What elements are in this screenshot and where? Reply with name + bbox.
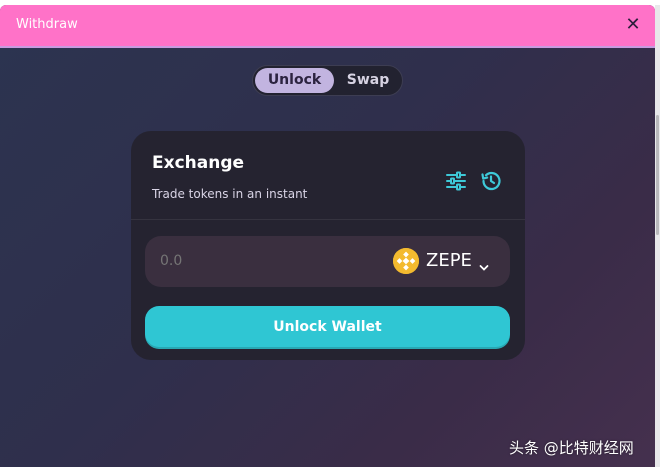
settings-sliders-icon[interactable] [444,169,468,193]
unlock-wallet-button[interactable]: Unlock Wallet [145,306,510,349]
card-header: Exchange Trade tokens in an instant [131,131,525,220]
amount-input[interactable] [160,253,360,269]
card-title: Exchange [152,153,245,173]
history-icon[interactable] [479,169,503,193]
window-title: Withdraw [16,17,78,32]
scrollbar[interactable] [655,5,660,467]
watermark-text: 头条 @比特财经网 [509,439,634,457]
bnb-logo-icon [393,248,419,274]
title-bar: Withdraw ✕ [0,5,655,48]
exchange-card: Exchange Trade tokens in an instant 0.0 … [131,131,525,360]
tab-unlock[interactable]: Unlock [255,68,334,93]
scrollbar-thumb[interactable] [656,115,659,235]
close-icon[interactable]: ✕ [623,15,643,35]
unlock-swap-toggle: Unlock Swap [252,65,403,96]
chevron-down-icon [479,257,489,271]
withdraw-window: Withdraw ✕ Unlock Swap Exchange Trade to… [0,5,655,467]
card-subtitle: Trade tokens in an instant [152,187,308,201]
token-symbol: ZEPE [426,250,472,271]
tab-swap[interactable]: Swap [337,68,399,93]
amount-input-box: ZEPE [145,236,510,287]
